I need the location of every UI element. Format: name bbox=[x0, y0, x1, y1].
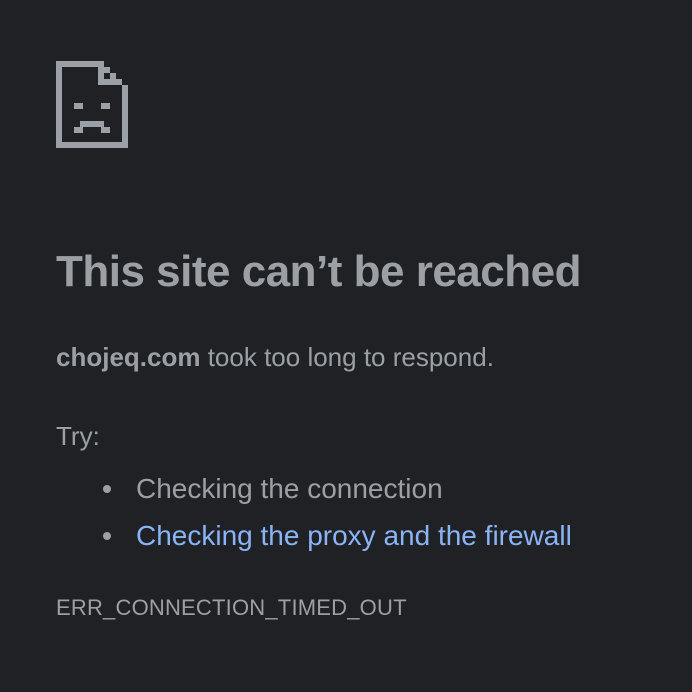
bullet-icon bbox=[103, 532, 111, 540]
suggestion-item-connection: Checking the connection bbox=[56, 465, 572, 512]
error-message: took too long to respond. bbox=[200, 342, 494, 372]
error-headline: This site can’t be reached bbox=[56, 247, 581, 296]
error-code: ERR_CONNECTION_TIMED_OUT bbox=[56, 595, 407, 620]
error-description: chojeq.com took too long to respond. bbox=[56, 340, 494, 374]
suggestion-list: Checking the connection Checking the pro… bbox=[56, 465, 572, 559]
suggestion-item-proxy-firewall: Checking the proxy and the firewall bbox=[56, 512, 572, 559]
sad-page-icon bbox=[56, 61, 128, 148]
try-label: Try: bbox=[56, 421, 100, 451]
proxy-firewall-link[interactable]: Checking the proxy and the firewall bbox=[136, 520, 572, 551]
suggestion-label-connection: Checking the connection bbox=[136, 473, 443, 504]
error-host: chojeq.com bbox=[56, 342, 201, 372]
bullet-icon bbox=[103, 485, 111, 493]
